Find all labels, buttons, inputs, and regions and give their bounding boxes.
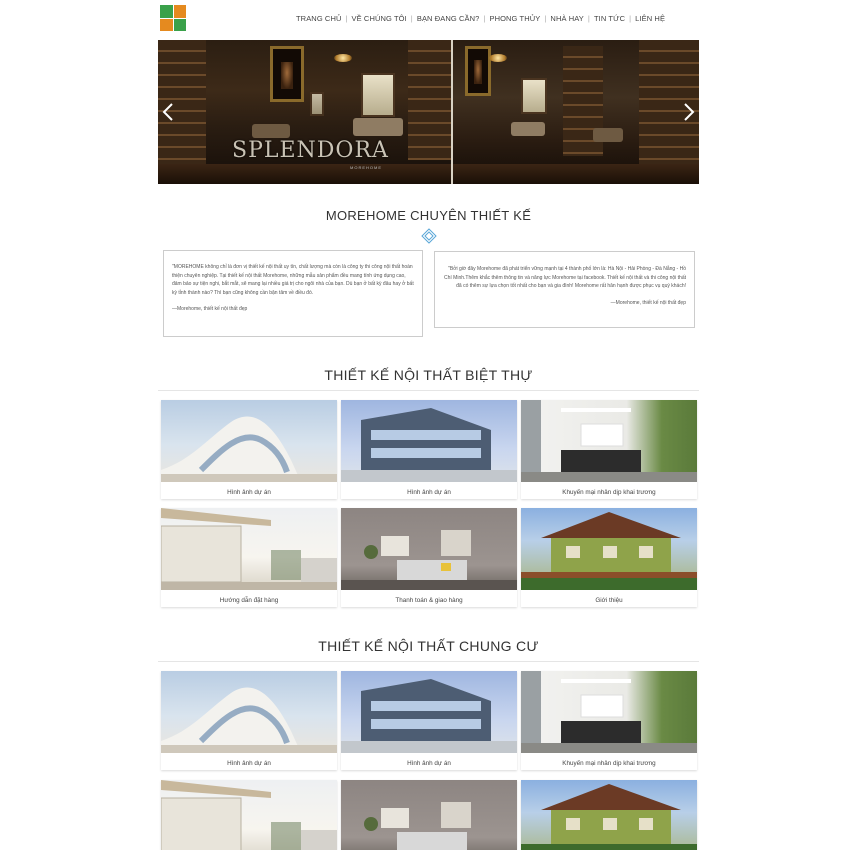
slide-brand-text: SPLENDORA xyxy=(232,138,389,163)
villa-title: THIẾT KẾ NỘI THẤT BIỆT THỰ xyxy=(324,367,533,383)
house-image xyxy=(521,508,697,590)
diamond-divider-icon xyxy=(421,228,437,244)
nav-fengshui[interactable]: PHONG THỦY xyxy=(489,14,540,23)
apartment-card-4[interactable] xyxy=(161,780,337,850)
card-caption: Hình ảnh dự án xyxy=(407,760,451,767)
quote-text: "MOREHOME không chỉ là đơn vị thiết kế n… xyxy=(172,264,414,296)
card-caption: Khuyến mại nhân dịp khai trương xyxy=(562,760,656,767)
card-caption: Hình ảnh dự án xyxy=(227,489,271,496)
logo-block-br xyxy=(173,18,186,31)
slide-brand-sub: MOREHOME xyxy=(350,165,382,170)
villa-card-2[interactable]: Hình ảnh dự án xyxy=(341,400,517,499)
living-room-image xyxy=(341,780,517,850)
bathroom-image xyxy=(521,400,697,482)
villa-card-5[interactable]: Thanh toán & giao hàng xyxy=(341,508,517,607)
nav-news[interactable]: TIN TỨC xyxy=(594,14,625,23)
villa-card-3[interactable]: Khuyến mại nhân dịp khai trương xyxy=(521,400,697,499)
apartment-card-2[interactable]: Hình ảnh dự án xyxy=(341,671,517,770)
modern-tower-image xyxy=(341,400,517,482)
quote-text: "Bởi giờ đây Morehome đã phát triển vững… xyxy=(444,266,686,290)
modern-tower-image xyxy=(341,671,517,753)
logo-block-bl xyxy=(160,18,173,31)
villa-card-4[interactable]: Hướng dẫn đặt hàng xyxy=(161,508,337,607)
nav-need[interactable]: BẠN ĐANG CẦN? xyxy=(417,14,480,23)
curve-building-image xyxy=(161,400,337,482)
nav-contact[interactable]: LIÊN HỆ xyxy=(635,14,665,23)
apartment-card-1[interactable]: Hình ảnh dự án xyxy=(161,671,337,770)
quote-box-1: "MOREHOME không chỉ là đơn vị thiết kế n… xyxy=(163,250,423,337)
villa-card-6[interactable]: Giới thiệu xyxy=(521,508,697,607)
quote-box-2: "Bởi giờ đây Morehome đã phát triển vững… xyxy=(434,251,695,328)
terrace-image xyxy=(161,780,337,850)
living-room-image xyxy=(341,508,517,590)
slider-prev-arrow-icon[interactable] xyxy=(162,102,174,122)
quote-author: —Morehome, thiết kế nội thất đẹp xyxy=(610,299,686,306)
card-caption: Giới thiệu xyxy=(595,597,623,604)
quote-author: —Morehome, thiết kế nội thất đẹp xyxy=(172,306,248,313)
terrace-image xyxy=(161,508,337,590)
hero-slider[interactable]: SPLENDORA MOREHOME xyxy=(158,40,699,184)
bathroom-image xyxy=(521,671,697,753)
main-nav: TRANG CHỦ | VỀ CHÚNG TÔI | BẠN ĐANG CẦN? | … xyxy=(296,14,666,23)
card-caption: Khuyến mại nhân dịp khai trương xyxy=(562,489,656,496)
nav-houses[interactable]: NHÀ HAY xyxy=(550,14,583,23)
villa-card-1[interactable]: Hình ảnh dự án xyxy=(161,400,337,499)
apartment-title: THIẾT KẾ NỘI THẤT CHUNG CƯ xyxy=(318,638,539,654)
card-caption: Hướng dẫn đặt hàng xyxy=(219,597,279,604)
site-header: TRANG CHỦ | VỀ CHÚNG TÔI | BẠN ĐANG CẦN? | … xyxy=(158,0,699,40)
card-caption: Hình ảnh dự án xyxy=(227,760,271,767)
logo[interactable] xyxy=(160,5,186,31)
slider-next-arrow-icon[interactable] xyxy=(683,102,695,122)
nav-home[interactable]: TRANG CHỦ xyxy=(296,14,341,23)
slide-image-study-right xyxy=(453,40,699,184)
apartment-card-6[interactable] xyxy=(521,780,697,850)
nav-about[interactable]: VỀ CHÚNG TÔI xyxy=(352,14,407,23)
logo-block-tl xyxy=(160,5,173,18)
card-caption: Hình ảnh dự án xyxy=(407,489,451,496)
curve-building-image xyxy=(161,671,337,753)
apartment-card-5[interactable] xyxy=(341,780,517,850)
logo-block-tr xyxy=(173,5,186,18)
card-caption: Thanh toán & giao hàng xyxy=(395,597,463,604)
apartment-card-3[interactable]: Khuyến mại nhân dịp khai trương xyxy=(521,671,697,770)
house-image xyxy=(521,780,697,850)
intro-title: MOREHOME CHUYÊN THIẾT KẾ xyxy=(325,208,532,223)
